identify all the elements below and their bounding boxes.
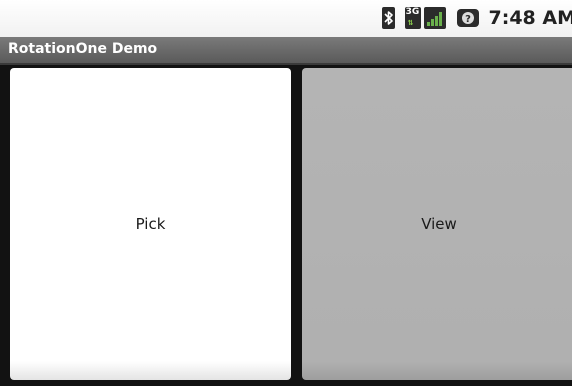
svg-text:?: ? [465,14,471,25]
view-button-label: View [421,215,457,233]
network-type-label: 3G [405,7,420,17]
data-arrows-icon: ⇅ [407,19,414,27]
signal-icon [423,7,446,29]
battery-icon: ? [456,7,480,29]
title-bar: RotationOne Demo [0,37,572,65]
pick-button-label: Pick [135,215,166,233]
status-bar: 3G ⇅ ? 7:48 AM [0,0,572,37]
bluetooth-icon [381,7,395,29]
app-screen: 3G ⇅ ? 7:48 AM RotationOne Demo Pick Vie… [0,0,572,386]
network-3g-icon: 3G ⇅ [404,7,421,29]
status-icons: 3G ⇅ ? 7:48 AM [381,5,572,31]
view-button[interactable]: View [302,68,572,380]
app-title: RotationOne Demo [8,41,158,57]
pick-button[interactable]: Pick [10,68,291,380]
status-clock: 7:48 AM [488,7,572,29]
content-area: Pick View [0,65,572,386]
